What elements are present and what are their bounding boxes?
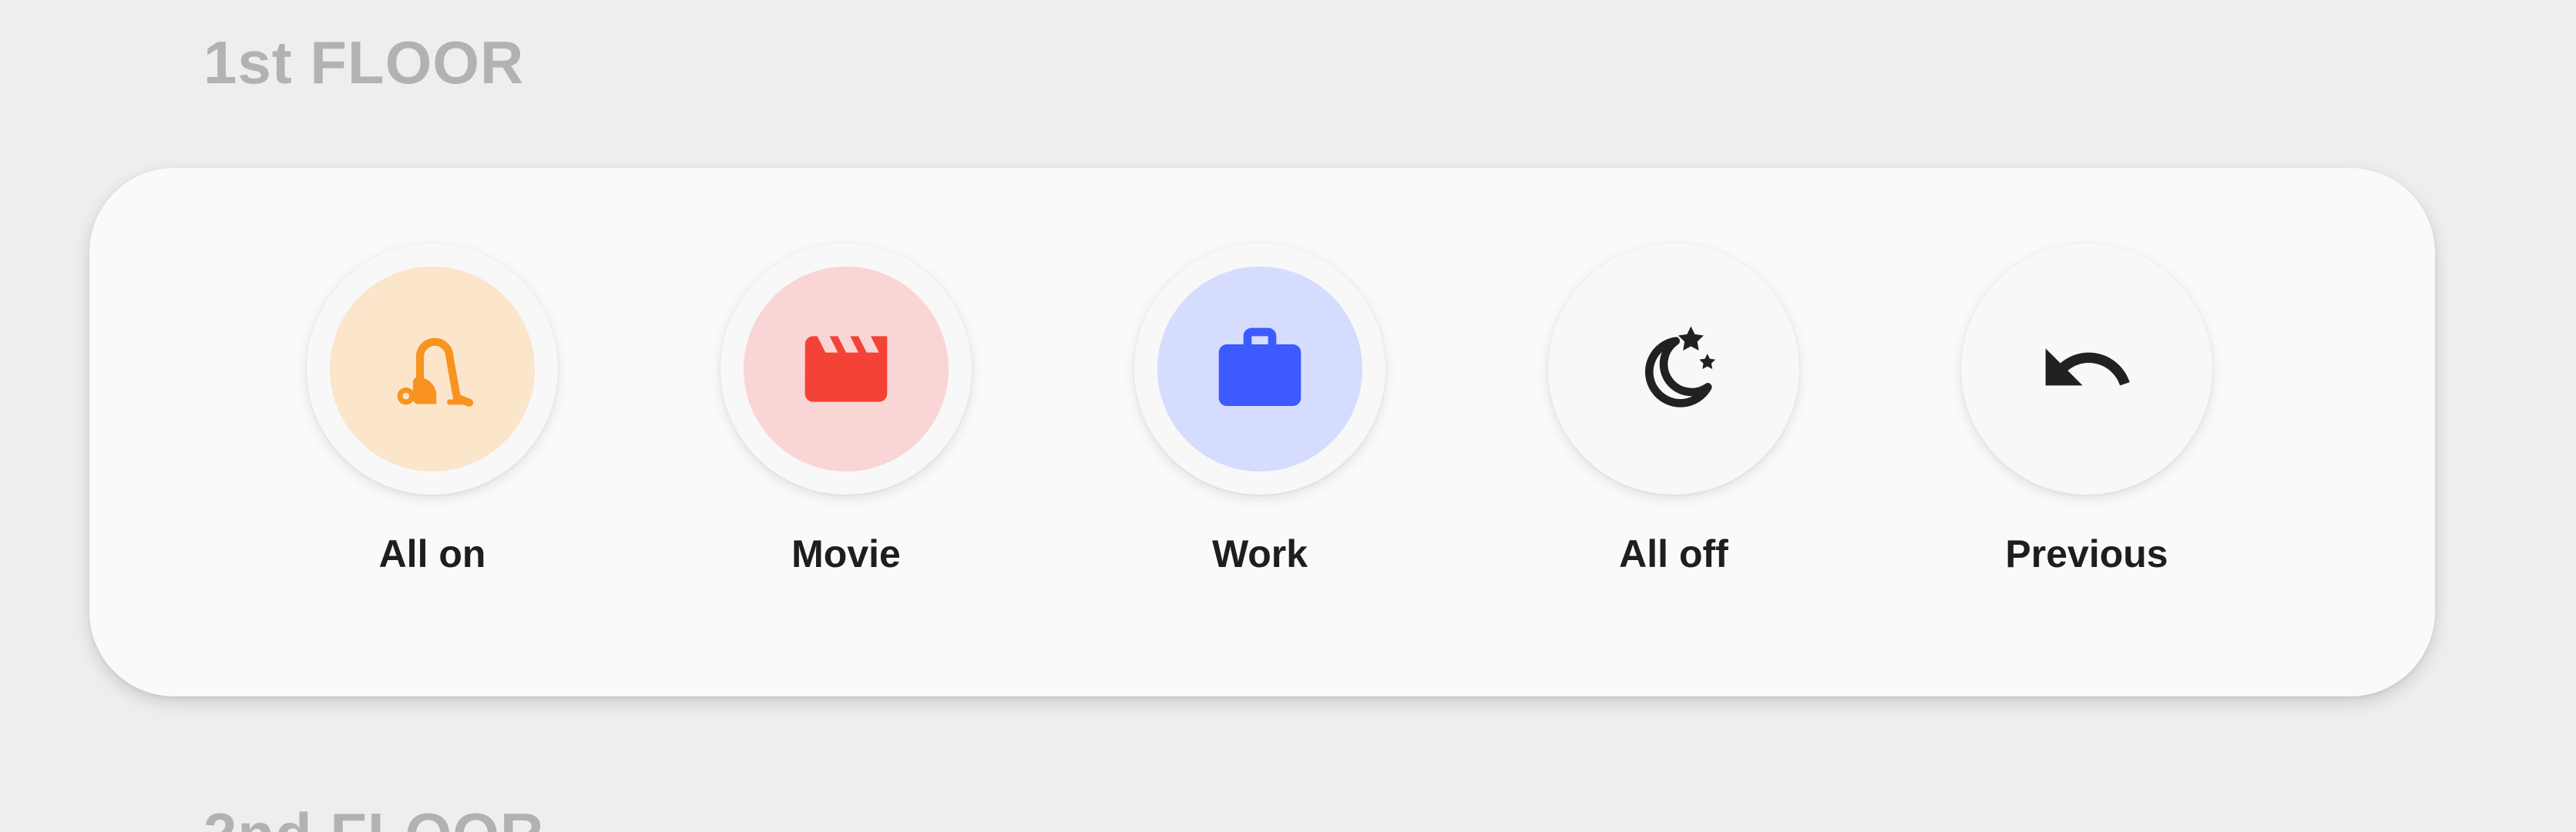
floor-title-2nd: 2nd FLOOR [203, 800, 544, 832]
scene-circle[interactable] [720, 243, 972, 495]
scene-label: All on [378, 532, 486, 575]
scene-icon-background [1984, 267, 2189, 471]
scene-label: All off [1619, 532, 1728, 575]
vacuum-cleaner-icon [397, 337, 474, 407]
scene-circle[interactable] [1134, 243, 1385, 495]
scene-label: Previous [2005, 532, 2168, 575]
scene-icon-background [1157, 267, 1362, 471]
scene-icon-background [1571, 267, 1776, 471]
scene-label: Movie [791, 532, 901, 575]
movie-clapperboard-icon [804, 336, 888, 402]
scene-icon-background [330, 267, 535, 471]
scene-circle[interactable] [307, 243, 558, 495]
scene-circle[interactable] [1548, 243, 1799, 495]
scene-circle[interactable] [1961, 243, 2212, 495]
scene-button-previous[interactable]: Previous [1956, 243, 2218, 576]
briefcase-icon [1218, 327, 1301, 406]
dashboard-view: 1st FLOOR All on Movie Work All off Prev… [0, 0, 2576, 832]
scenes-card: All on Movie Work All off Previous [89, 168, 2435, 696]
scene-button-work[interactable]: Work [1129, 243, 1391, 576]
scene-button-all-on[interactable]: All on [301, 243, 563, 576]
floor-title-1st: 1st FLOOR [203, 29, 525, 96]
moon-stars-icon [1644, 326, 1716, 408]
undo-arrow-icon [2045, 348, 2130, 386]
scene-icon-background [744, 267, 949, 471]
scene-button-all-off[interactable]: All off [1543, 243, 1805, 576]
scene-label: Work [1211, 532, 1308, 575]
scene-button-movie[interactable]: Movie [715, 243, 977, 576]
